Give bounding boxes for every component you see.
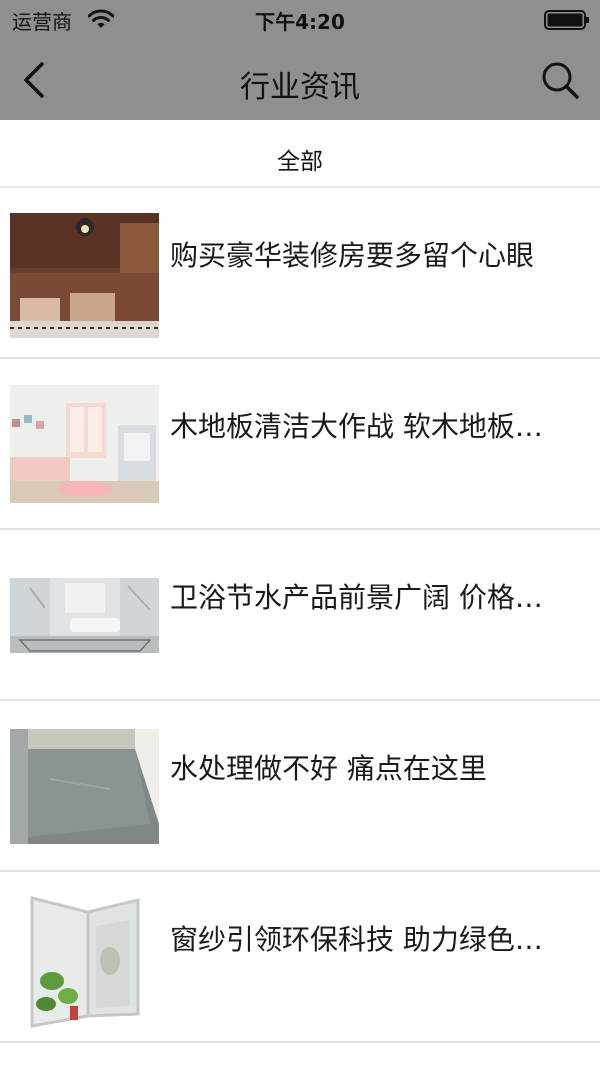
navigation-bar: 行业资讯: [0, 40, 600, 120]
news-title: 窗纱引领环保科技 助力绿色…: [170, 923, 543, 956]
search-button[interactable]: [538, 58, 582, 102]
news-list: 购买豪华装修房要多留个心眼 木地板清洁大作战 软木地板… 卫浴节水产品前景广阔 …: [0, 188, 600, 1043]
window-screen-thumbnail: [10, 886, 159, 1031]
search-icon: [542, 62, 579, 99]
living-room-thumbnail: [10, 385, 159, 503]
page-title: 行业资讯: [240, 70, 360, 105]
news-item[interactable]: 卫浴节水产品前景广阔 价格…: [0, 530, 600, 701]
status-time: 下午4:20: [255, 10, 345, 34]
restaurant-interior-thumbnail: [10, 213, 159, 338]
news-title: 购买豪华装修房要多留个心眼: [170, 239, 535, 272]
app-header: 运营商 下午4:20 行业资讯: [0, 0, 600, 120]
category-filter-bar: 全部: [0, 120, 600, 188]
news-item[interactable]: 木地板清洁大作战 软木地板…: [0, 359, 600, 530]
news-title: 木地板清洁大作战 软木地板…: [170, 410, 543, 443]
news-title: 水处理做不好 痛点在这里: [170, 752, 487, 785]
news-item[interactable]: 水处理做不好 痛点在这里: [0, 701, 600, 872]
tab-all[interactable]: 全部: [0, 142, 600, 176]
bathroom-thumbnail: [10, 578, 159, 653]
battery-icon: [544, 10, 589, 30]
status-bar: 运营商 下午4:20: [0, 0, 600, 40]
news-title: 卫浴节水产品前景广阔 价格…: [170, 581, 543, 614]
news-item[interactable]: 窗纱引领环保科技 助力绿色…: [0, 872, 600, 1043]
gray-floor-thumbnail: [10, 729, 159, 844]
news-item[interactable]: 购买豪华装修房要多留个心眼: [0, 188, 600, 359]
